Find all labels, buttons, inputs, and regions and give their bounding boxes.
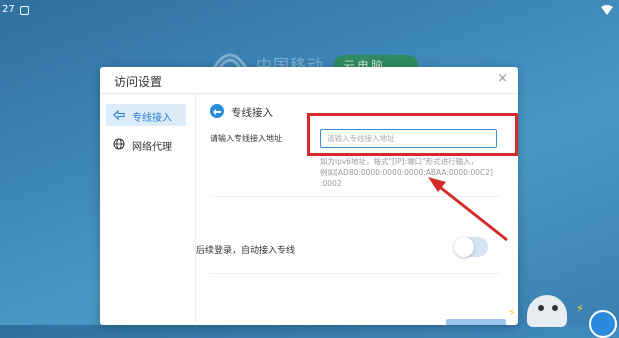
toggle-knob — [454, 237, 474, 257]
dialog-title: 访问设置 — [114, 75, 163, 89]
dedicated-line-section-icon — [210, 104, 224, 118]
app-notification-icon — [20, 6, 29, 15]
hint-line: 如为ipv6地址，格式"[IP]:端口"形式进行输入， — [320, 157, 479, 166]
auto-connect-toggle[interactable] — [454, 237, 488, 257]
sidebar-item-network-proxy[interactable]: 网络代理 — [106, 133, 186, 155]
ipv6-format-hint: 如为ipv6地址，格式"[IP]:端口"形式进行输入， 例如[AD80:0000… — [320, 156, 502, 189]
mascot-robot-icon — [520, 287, 576, 327]
auto-connect-label: 后续登录，自动接入专线 — [196, 246, 296, 256]
hint-line: 例如[AD80:0000:0000:0000:ABAA:0000:00C2] — [320, 168, 493, 177]
sparkle-icon: ⚡ — [508, 306, 516, 319]
sidebar-item-label: 网络代理 — [132, 142, 172, 153]
address-field-label: 请输入专线接入地址 — [210, 134, 282, 143]
dialog-header: 访问设置 × — [100, 67, 518, 94]
sidebar-item-dedicated-line[interactable]: 专线接入 — [106, 104, 186, 126]
globe-icon — [113, 138, 125, 150]
sparkle-icon: ⚡ — [576, 302, 584, 315]
confirm-button[interactable] — [446, 319, 506, 325]
floating-assistant-button[interactable] — [589, 310, 617, 338]
access-settings-dialog: 访问设置 × 专线接入 网络代理 专线接入 请输入专线接入地址 如为ipv6地址… — [100, 67, 518, 325]
sidebar-item-label: 专线接入 — [132, 113, 172, 124]
section-divider — [210, 196, 500, 197]
status-time: 27 — [2, 4, 15, 15]
section-title: 专线接入 — [231, 107, 273, 119]
section-divider — [210, 273, 500, 274]
close-button[interactable]: × — [497, 71, 508, 86]
settings-sidebar: 专线接入 网络代理 — [100, 94, 196, 325]
highlight-box — [307, 113, 518, 156]
status-bar: 27 — [0, 0, 619, 22]
hint-line: :0002 — [320, 179, 342, 188]
dedicated-line-icon — [113, 109, 125, 121]
wifi-icon — [601, 5, 613, 15]
